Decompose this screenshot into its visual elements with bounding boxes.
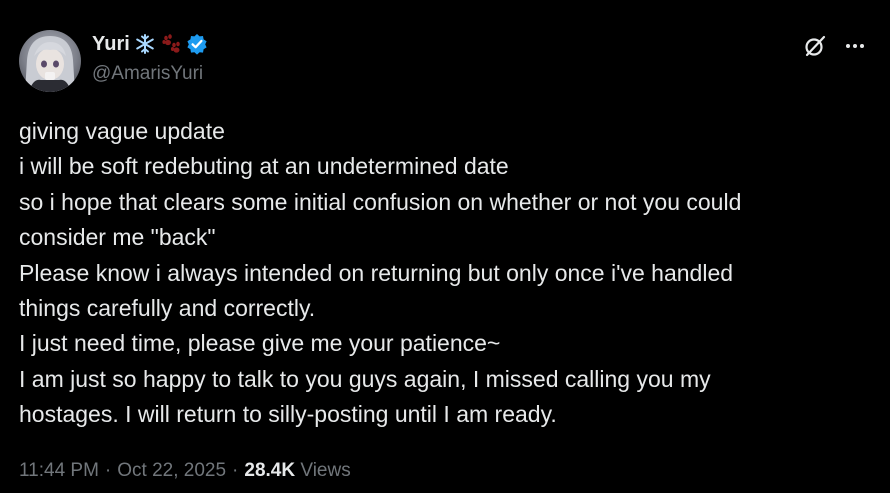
tweet-line: I just need time, please give me your pa…: [19, 330, 501, 357]
tweet-line: I am just so happy to talk to you guys a…: [19, 365, 711, 392]
more-icon[interactable]: [842, 33, 868, 59]
tweet-line: Please know i always intended on returni…: [19, 259, 734, 286]
tweet-line: consider me "back": [19, 224, 216, 251]
timestamp-date[interactable]: Oct 22, 2025: [117, 460, 226, 482]
timestamp-time[interactable]: 11:44 PM: [19, 460, 99, 482]
views-count: 28.4K: [244, 460, 296, 481]
tweet-line: hostages. I will return to silly-posting…: [19, 401, 557, 428]
tweet-meta: 11:44 PM · Oct 22, 2025 · 28.4K Views: [19, 460, 351, 482]
tweet-line: so i hope that clears some initial confu…: [19, 188, 742, 215]
tweet-line: giving vague update: [19, 118, 225, 144]
grok-icon[interactable]: [802, 33, 828, 59]
author-row: Yuri: [92, 31, 208, 57]
tweet-card: Yuri @AmarisYuri giving vague update i w…: [0, 0, 890, 493]
author-name[interactable]: Yuri: [92, 33, 130, 56]
paw-prints-emoji: [160, 33, 182, 55]
meta-separator: ·: [104, 460, 112, 481]
views-label: Views: [300, 460, 351, 481]
tweet-line: i will be soft redebuting at an undeterm…: [19, 153, 509, 180]
avatar[interactable]: [19, 30, 81, 92]
verified-badge-icon[interactable]: [186, 33, 208, 55]
meta-separator: ·: [232, 460, 239, 481]
author-handle[interactable]: @AmarisYuri: [92, 63, 203, 85]
views-link[interactable]: 28.4K Views: [244, 460, 350, 482]
tweet-text: giving vague update i will be soft redeb…: [19, 114, 874, 433]
tweet-line: things carefully and correctly.: [19, 295, 316, 322]
snowflake-emoji: [134, 33, 156, 55]
